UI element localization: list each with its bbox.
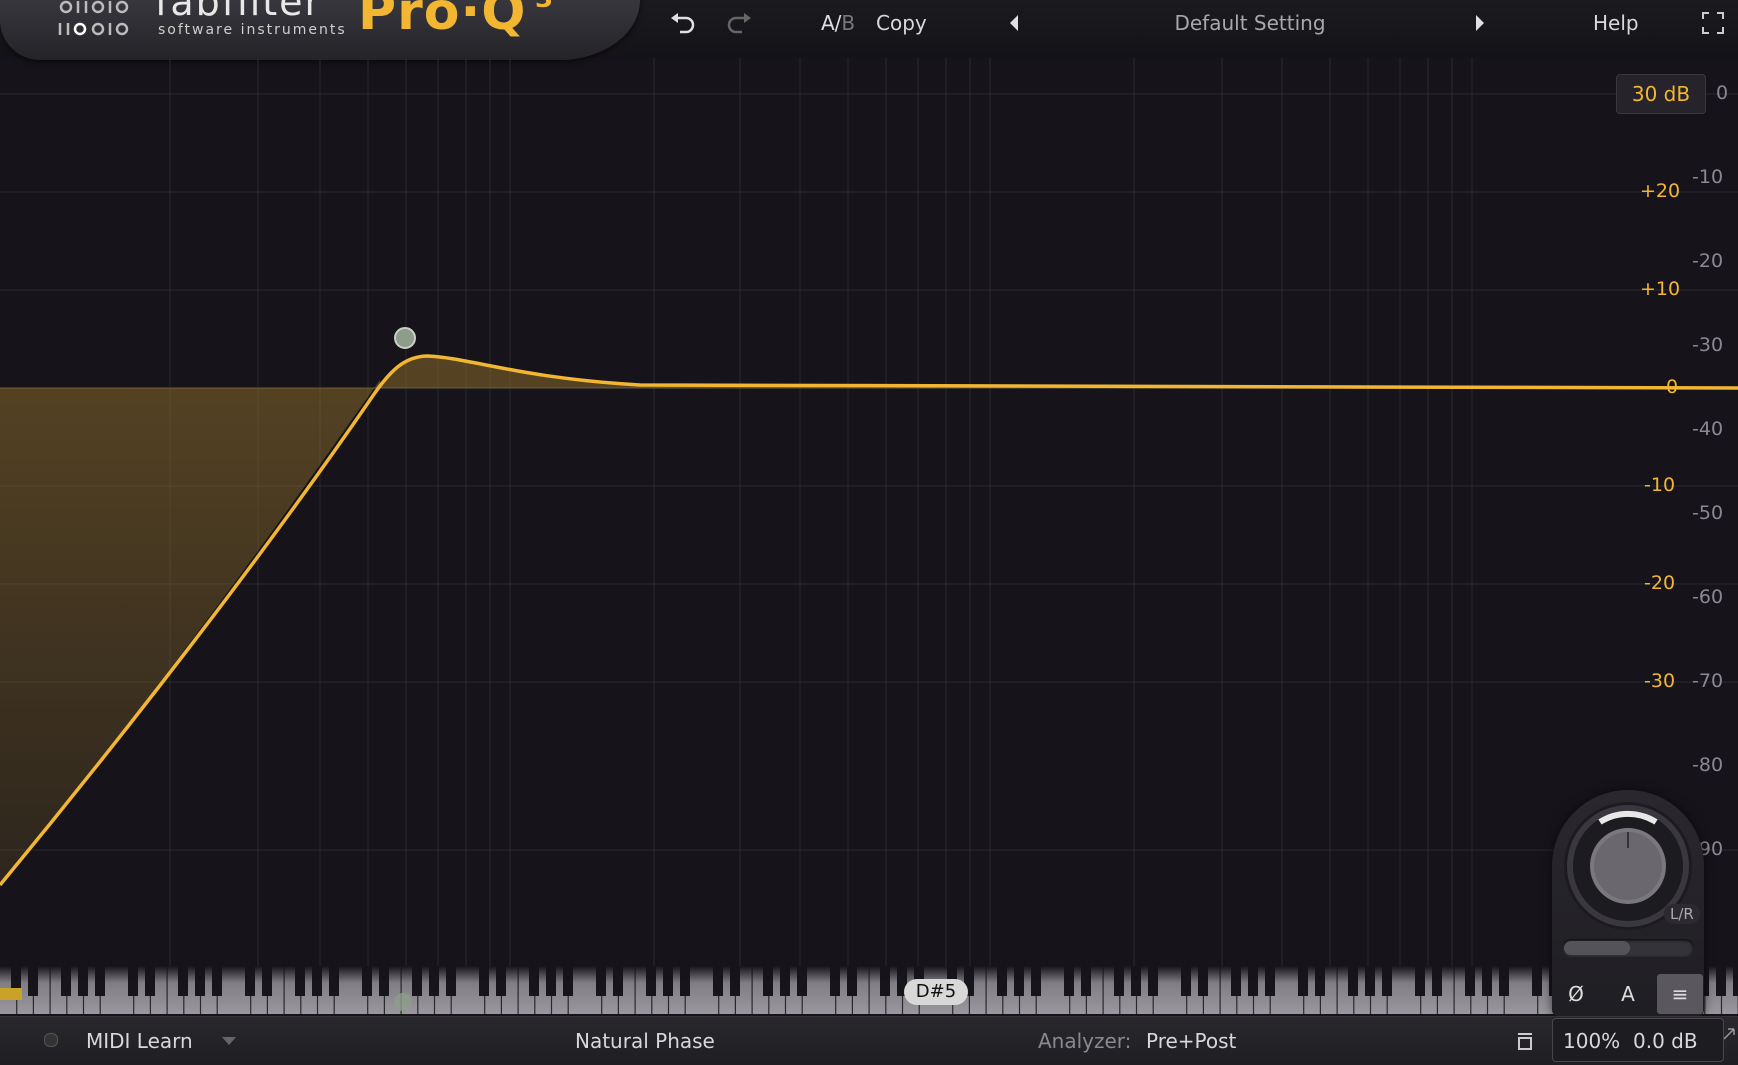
eq-graph[interactable] <box>0 58 1738 970</box>
midi-learn-button[interactable]: MIDI Learn <box>86 1029 193 1053</box>
copy-button[interactable]: Copy <box>876 11 927 35</box>
analyzer-scale-label: -50 <box>1692 502 1724 524</box>
ab-b-label: B <box>841 11 856 35</box>
help-button[interactable]: Help <box>1593 11 1639 35</box>
analyzer-scale-label: -60 <box>1692 586 1724 608</box>
prev-preset-icon[interactable] <box>1006 10 1022 36</box>
preset-name[interactable]: Default Setting <box>1120 11 1380 35</box>
analyzer-label: Analyzer: <box>1038 1029 1132 1053</box>
phase-invert-button[interactable]: Ø <box>1553 974 1599 1014</box>
eq-curve-fill <box>0 356 1738 885</box>
stereo-width-fill <box>1564 941 1630 955</box>
band-list-button[interactable]: ≡ <box>1657 974 1703 1014</box>
analyzer-scale-label: -40 <box>1692 418 1724 440</box>
note-readout: D#5 <box>904 979 968 1005</box>
brand-subtitle: software instruments <box>158 22 347 38</box>
lowest-key-highlight <box>0 988 22 1000</box>
redo-icon[interactable] <box>724 10 754 36</box>
phase-mode-selector[interactable]: Natural Phase <box>575 1029 715 1053</box>
db-range-selector[interactable]: 30 dB <box>1616 74 1706 114</box>
analyzer-scale-label: -30 <box>1692 334 1724 356</box>
fullscreen-icon[interactable] <box>1700 10 1726 36</box>
fabfilter-logo-icon <box>58 0 129 36</box>
pan-mode-label[interactable]: L/R <box>1664 904 1700 924</box>
product-name: Pro·Q <box>358 0 527 42</box>
eq-scale-label: +20 <box>1640 180 1681 202</box>
analyzer-scale-label: -10 <box>1692 166 1724 188</box>
undo-icon[interactable] <box>668 10 698 36</box>
brand-name: fabfilter <box>155 0 323 24</box>
band-frequency-marker[interactable] <box>394 993 412 1011</box>
eq-scale-label: -10 <box>1644 474 1676 496</box>
next-preset-icon[interactable] <box>1472 10 1488 36</box>
ab-toggle[interactable]: A/B <box>821 11 855 35</box>
midi-indicator <box>44 1033 58 1047</box>
stereo-width-slider[interactable] <box>1562 939 1694 957</box>
logo-tab: fabfilter software instruments Pro·Q 3 <box>0 0 640 60</box>
collapse-icon[interactable] <box>1516 1031 1534 1051</box>
piano-keyboard[interactable] <box>0 966 1738 1014</box>
top-bar: fabfilter software instruments Pro·Q 3 A… <box>0 0 1738 60</box>
eq-scale-label: -30 <box>1644 670 1676 692</box>
analyzer-mode-selector[interactable]: Pre+Post <box>1146 1029 1236 1053</box>
analyzer-scale-label: -70 <box>1692 670 1724 692</box>
analyzer-scale-label: -80 <box>1692 754 1724 776</box>
ab-a-label: A/ <box>821 11 842 35</box>
eq-band-handle[interactable] <box>394 327 416 349</box>
output-readout: 100% 0.0 dB <box>1552 1018 1724 1062</box>
eq-scale-label: -20 <box>1644 572 1676 594</box>
eq-scale-label: 0 <box>1666 376 1679 398</box>
eq-scale-label: +10 <box>1640 278 1681 300</box>
auto-gain-button[interactable]: A <box>1605 974 1651 1014</box>
bottom-bar: MIDI Learn Natural Phase Analyzer: Pre+P… <box>0 1016 1738 1065</box>
zoom-value[interactable]: 100% <box>1563 1029 1620 1053</box>
analyzer-scale-label: -20 <box>1692 250 1724 272</box>
output-gain-value[interactable]: 0.0 dB <box>1633 1029 1698 1053</box>
resize-icon[interactable] <box>1722 1027 1736 1041</box>
analyzer-scale-label: 0 <box>1716 82 1729 104</box>
dropdown-icon[interactable] <box>220 1035 238 1047</box>
product-version: 3 <box>535 0 553 14</box>
